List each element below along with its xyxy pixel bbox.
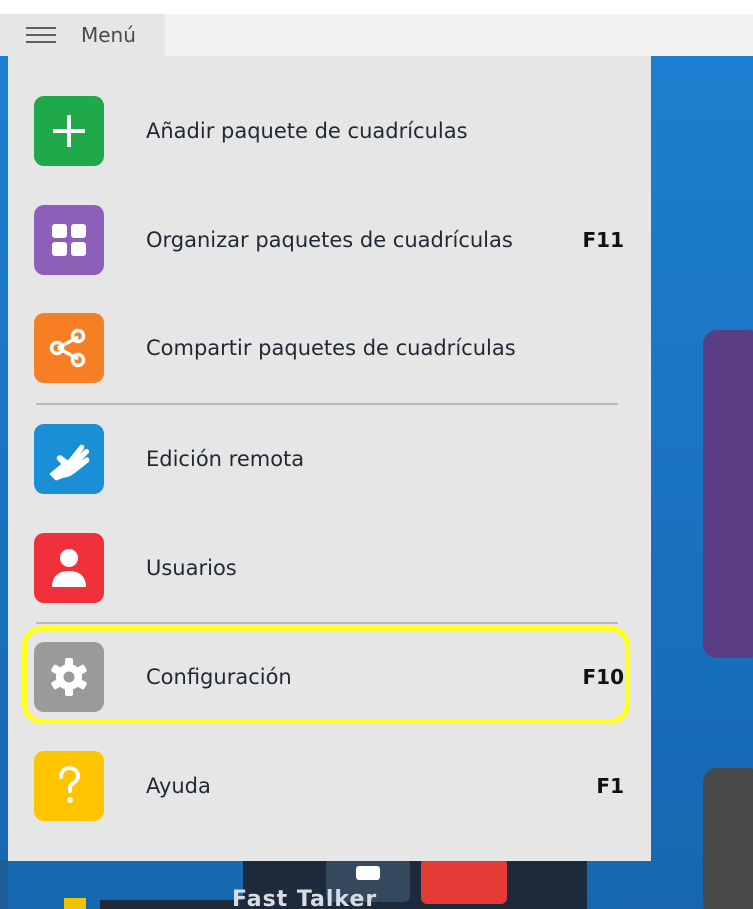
- chat-icon: [356, 866, 380, 880]
- menu-item-remote-editing[interactable]: Edición remota: [34, 423, 624, 495]
- screen: Fast Talker Menú Añadir paquete de cuadr…: [0, 0, 753, 909]
- menu-item-label: Usuarios: [146, 556, 237, 580]
- background-strip: [0, 860, 8, 909]
- menu-item-users[interactable]: Usuarios: [34, 532, 624, 604]
- menu-divider: [36, 622, 618, 624]
- menu-button[interactable]: Menú: [0, 14, 165, 56]
- bottom-bar-label: Fast Talker: [232, 887, 378, 909]
- gear-icon: [34, 642, 104, 712]
- background-chip: [64, 898, 86, 909]
- user-icon: [34, 533, 104, 603]
- menu-item-label: Organizar paquetes de cuadrículas: [146, 228, 513, 252]
- menu-title: Menú: [81, 23, 136, 47]
- share-icon: [34, 313, 104, 383]
- red-button[interactable]: [421, 858, 507, 904]
- menu-item-settings[interactable]: Configuración F10: [34, 641, 624, 713]
- top-bar: [165, 14, 753, 56]
- background-strip: [100, 900, 243, 909]
- menu-item-organize-grid-packs[interactable]: Organizar paquetes de cuadrículas F11: [34, 204, 624, 276]
- background-tile[interactable]: [703, 768, 753, 909]
- menu-item-help[interactable]: Ayuda F1: [34, 750, 624, 822]
- hamburger-icon: [26, 27, 56, 43]
- menu-item-share-grid-packs[interactable]: Compartir paquetes de cuadrículas: [34, 312, 624, 384]
- hand-icon: [34, 424, 104, 494]
- menu-item-shortcut: F10: [582, 665, 625, 689]
- menu-item-label: Añadir paquete de cuadrículas: [146, 119, 468, 143]
- grid-icon: [34, 205, 104, 275]
- question-icon: [34, 751, 104, 821]
- menu-item-label: Edición remota: [146, 447, 305, 471]
- menu-item-label: Configuración: [146, 665, 292, 689]
- menu-item-label: Compartir paquetes de cuadrículas: [146, 336, 516, 360]
- menu-item-shortcut: F1: [596, 774, 624, 798]
- background-tile[interactable]: [703, 330, 753, 658]
- menu-item-label: Ayuda: [146, 774, 211, 798]
- menu-panel: Añadir paquete de cuadrículas Organizar …: [8, 56, 651, 861]
- plus-icon: [34, 96, 104, 166]
- menu-item-shortcut: F11: [582, 228, 625, 252]
- menu-divider: [36, 403, 618, 405]
- menu-item-add-grid-pack[interactable]: Añadir paquete de cuadrículas: [34, 95, 624, 167]
